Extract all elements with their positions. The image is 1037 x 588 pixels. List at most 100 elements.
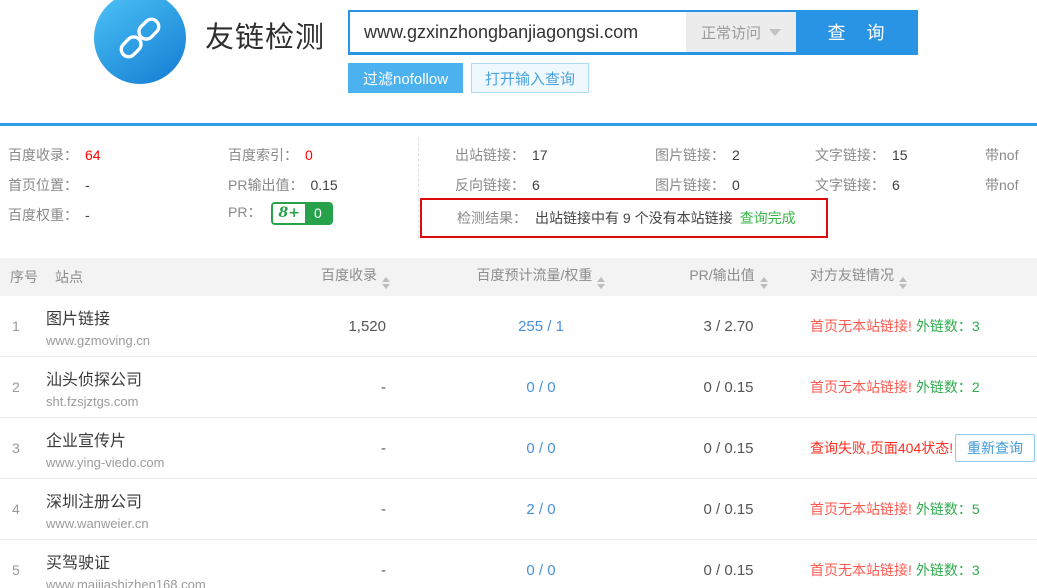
traffic-link[interactable]: 255 / 1: [518, 318, 564, 335]
site-domain: www.gzmoving.cn: [46, 333, 298, 348]
site-name-link[interactable]: 企业宣传片: [46, 427, 298, 451]
stat-label: PR：: [228, 204, 261, 220]
header: 友链检测 正常访问 查 询 过滤nofollow 打开输入查询: [0, 0, 1037, 123]
stat-value: 6: [892, 177, 900, 193]
stat-value: 0.15: [310, 177, 337, 193]
pr-badge: 8+0: [271, 202, 332, 225]
site-domain: sht.fzsjztgs.com: [46, 394, 298, 409]
status-cell: 首页无本站链接!外链数：3: [781, 560, 1037, 580]
url-input[interactable]: [350, 12, 686, 52]
stats-panel: 百度收录：64 首页位置：- 百度权重：- 百度索引：0 PR输出值：0.15 …: [0, 126, 1037, 258]
stat-label: 图片链接：: [655, 147, 725, 163]
filter-nofollow-button[interactable]: 过滤nofollow: [348, 63, 463, 93]
stat-baidu-weight: 百度权重：-: [8, 205, 90, 225]
stat-value: 0: [305, 147, 313, 163]
pr-badge-value: 0: [305, 204, 331, 223]
col-header-status: 对方友链情况: [781, 265, 1037, 289]
warn-text: 首页无本站链接!: [810, 499, 912, 519]
vertical-separator: [418, 138, 419, 238]
stat-pr-output: PR输出值： 0.15: [228, 175, 338, 195]
chevron-down-icon: [769, 29, 781, 36]
stat-value: 0: [732, 177, 740, 193]
site-domain: www.maijiashizhen168.com: [46, 577, 298, 588]
table-row: 2 汕头侦探公司 sht.fzsjztgs.com - 0 / 0 0 / 0.…: [0, 357, 1037, 418]
stat-value: -: [85, 207, 90, 223]
stat-text-links-out: 文字链接：15: [815, 145, 908, 165]
open-input-query-button[interactable]: 打开输入查询: [471, 63, 589, 93]
col-header-num: 序号: [0, 267, 46, 287]
stat-label: 反向链接：: [455, 177, 525, 193]
col-header-traffic: 百度预计流量/权重: [406, 265, 676, 289]
site-name-link[interactable]: 图片链接: [46, 305, 298, 329]
site-cell: 图片链接 www.gzmoving.cn: [46, 305, 298, 348]
row-number: 1: [0, 318, 46, 334]
stat-pr: PR： 8+0: [228, 202, 333, 225]
stat-nofollow-out: 带nof: [985, 145, 1018, 165]
result-text: 出站链接中有 9 个没有本站链接: [535, 208, 733, 228]
site-cell: 买驾驶证 www.maijiashizhen168.com: [46, 549, 298, 588]
app-logo: [94, 0, 186, 84]
stat-text-links-back: 文字链接： 6: [815, 175, 900, 195]
status-cell: 首页无本站链接!外链数：3: [781, 316, 1037, 336]
stat-outbound: 出站链接：17: [455, 145, 548, 165]
stat-baidu-index: 百度索引： 0: [228, 145, 313, 165]
traffic-link[interactable]: 0 / 0: [526, 440, 555, 457]
stat-label: 百度索引：: [228, 147, 298, 163]
stat-value: 2: [732, 147, 740, 163]
col-header-label: 百度收录: [321, 267, 377, 283]
traffic-cell: 0 / 0: [406, 379, 676, 396]
chain-link-icon: [116, 14, 164, 62]
access-mode-dropdown[interactable]: 正常访问: [686, 12, 796, 52]
stat-value: 64: [85, 147, 101, 163]
detect-result-box: 检测结果： 出站链接中有 9 个没有本站链接 查询完成: [420, 198, 828, 238]
sort-icon[interactable]: [597, 277, 605, 289]
baidu-included-value: 1,520: [298, 318, 406, 335]
stat-nofollow-back: 带nof: [985, 175, 1018, 195]
page-title: 友链检测: [205, 14, 325, 56]
row-number: 5: [0, 562, 46, 578]
traffic-cell: 2 / 0: [406, 501, 676, 518]
sub-buttons: 过滤nofollow 打开输入查询: [348, 63, 589, 93]
result-status[interactable]: 查询完成: [740, 208, 796, 228]
row-number: 4: [0, 501, 46, 517]
site-cell: 汕头侦探公司 sht.fzsjztgs.com: [46, 366, 298, 409]
sort-icon[interactable]: [382, 277, 390, 289]
search-bar: 正常访问 查 询: [348, 10, 918, 55]
google-pr-icon: 8+: [273, 204, 304, 223]
sort-icon[interactable]: [760, 277, 768, 289]
col-header-label: PR/输出值: [689, 267, 754, 283]
table-row: 3 企业宣传片 www.ying-viedo.com - 0 / 0 0 / 0…: [0, 418, 1037, 479]
stat-label: PR输出值：: [228, 177, 303, 193]
baidu-included-value: -: [298, 562, 406, 579]
site-name-link[interactable]: 汕头侦探公司: [46, 366, 298, 390]
site-name-link[interactable]: 买驾驶证: [46, 549, 298, 573]
outlink-count: 外链数：2: [916, 377, 980, 397]
site-cell: 企业宣传片 www.ying-viedo.com: [46, 427, 298, 470]
status-cell: 首页无本站链接!外链数：2: [781, 377, 1037, 397]
site-name-link[interactable]: 深圳注册公司: [46, 488, 298, 512]
stat-label: 首页位置：: [8, 177, 78, 193]
col-header-label: 对方友链情况: [810, 267, 894, 283]
traffic-link[interactable]: 2 / 0: [526, 501, 555, 518]
row-number: 2: [0, 379, 46, 395]
stat-value: 15: [892, 147, 908, 163]
warn-text: 首页无本站链接!: [810, 560, 912, 580]
table-header: 序号 站点 百度收录 百度预计流量/权重 PR/输出值 对方友链情况: [0, 258, 1037, 296]
sort-icon[interactable]: [899, 277, 907, 289]
stat-label: 文字链接：: [815, 177, 885, 193]
query-button[interactable]: 查 询: [796, 12, 916, 52]
warn-text: 首页无本站链接!: [810, 316, 912, 336]
retry-query-button[interactable]: 重新查询: [955, 434, 1035, 462]
col-header-baidu: 百度收录: [298, 265, 406, 289]
baidu-included-value: -: [298, 440, 406, 457]
traffic-link[interactable]: 0 / 0: [526, 562, 555, 579]
stat-baidu-included: 百度收录： 64: [8, 145, 101, 165]
traffic-link[interactable]: 0 / 0: [526, 379, 555, 396]
stat-backlinks: 反向链接：6: [455, 175, 540, 195]
status-cell: 首页无本站链接!外链数：5: [781, 499, 1037, 519]
stat-label: 百度收录：: [8, 147, 78, 163]
traffic-cell: 0 / 0: [406, 562, 676, 579]
warn-text: 首页无本站链接!: [810, 377, 912, 397]
site-domain: www.ying-viedo.com: [46, 455, 298, 470]
status-cell: 查询失败,页面404状态!重新查询: [781, 434, 1037, 462]
